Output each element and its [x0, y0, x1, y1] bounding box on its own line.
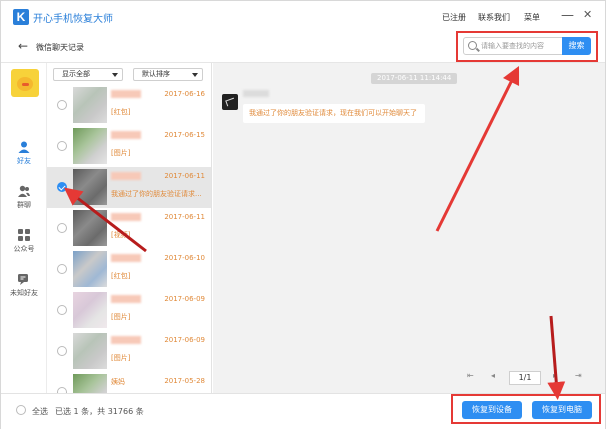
blurred-name	[111, 336, 141, 344]
avatar[interactable]	[11, 69, 39, 97]
row-radio[interactable]	[57, 305, 67, 315]
unknown-friend-icon	[18, 274, 28, 285]
message-timestamp: 2017-06-11 11:14:44	[371, 73, 458, 84]
chevron-down-icon	[112, 73, 118, 77]
list-item[interactable]: 2017-05-28 姨妈	[47, 372, 211, 393]
title-bar: K 开心手机恢复大师 已注册 联系我们 菜单 — ✕	[1, 1, 605, 31]
first-page-icon[interactable]: ⇤	[467, 371, 474, 380]
registered-link[interactable]: 已注册	[442, 12, 466, 23]
contact-thumbnail	[73, 87, 107, 123]
row-radio[interactable]	[57, 141, 67, 151]
list-item[interactable]: 2017-06-10 [红包]	[47, 249, 211, 290]
contact-thumbnail	[73, 374, 107, 393]
app-logo-icon: K	[13, 9, 29, 25]
contact-thumbnail	[73, 333, 107, 369]
row-message: [红包]	[111, 108, 131, 116]
person-icon	[18, 141, 30, 153]
row-date: 2017-06-09	[164, 336, 205, 344]
blurred-name	[111, 131, 141, 139]
contact-us-link[interactable]: 联系我们	[478, 12, 510, 23]
rail-item-groups[interactable]: 群聊	[1, 185, 47, 210]
row-message: [图片]	[111, 149, 131, 157]
app-title: 开心手机恢复大师	[33, 14, 113, 25]
sort-dropdown[interactable]: 默认排序	[133, 68, 203, 81]
rail-label-groups: 群聊	[17, 201, 31, 209]
show-filter-label: 显示全部	[62, 70, 90, 78]
row-date: 2017-06-11	[164, 213, 205, 221]
row-radio[interactable]	[57, 223, 67, 233]
app-window: K 开心手机恢复大师 已注册 联系我们 菜单 — ✕ ← 微信聊天记录 搜索 好…	[0, 0, 606, 429]
blurred-sender-name	[243, 90, 269, 97]
group-icon	[18, 185, 30, 197]
row-message: [视频]	[111, 231, 131, 239]
rail-item-friends[interactable]: 好友	[1, 141, 47, 166]
select-all-radio[interactable]	[16, 405, 26, 415]
rail-item-official-accounts[interactable]: 公众号	[1, 229, 47, 254]
row-message: [红包]	[111, 272, 131, 280]
contact-list-panel: 显示全部 默认排序 2017-06-16 [红包] 2017-06-15 [图片…	[47, 63, 212, 393]
contact-thumbnail	[73, 210, 107, 246]
select-all-label[interactable]: 全选	[32, 406, 48, 417]
rail-item-unknown-friends[interactable]: 未知好友	[1, 273, 47, 298]
grid-icon	[18, 229, 30, 241]
close-icon[interactable]: ✕	[583, 8, 592, 21]
row-message: [图片]	[111, 313, 131, 321]
row-date: 2017-06-15	[164, 131, 205, 139]
list-item[interactable]: 2017-06-15 [图片]	[47, 126, 211, 167]
page-title: 微信聊天记录	[36, 43, 84, 52]
list-item[interactable]: 2017-06-09 [图片]	[47, 331, 211, 372]
rail-label-unknown-friends: 未知好友	[10, 289, 38, 297]
blurred-name	[111, 254, 141, 262]
list-item-selected[interactable]: 2017-06-11 我通过了你的朋友验证请求...	[47, 167, 211, 208]
rail-label-official-accounts: 公众号	[13, 245, 35, 253]
blurred-name	[111, 90, 141, 98]
prev-page-icon[interactable]: ◂	[491, 371, 495, 380]
chat-area: 2017-06-11 11:14:44 我通过了你的朋友验证请求，现在我们可以开…	[213, 63, 605, 393]
menu-link[interactable]: 菜单	[524, 12, 540, 23]
row-date: 2017-06-11	[164, 172, 205, 180]
contact-thumbnail	[73, 251, 107, 287]
left-rail: 好友 群聊 公众号 未知好友	[1, 63, 47, 393]
search-highlight-box	[456, 31, 598, 62]
next-page-icon[interactable]: ▸	[553, 371, 557, 380]
blurred-name	[111, 295, 141, 303]
row-date: 2017-06-09	[164, 295, 205, 303]
restore-buttons-highlight-box	[451, 394, 601, 424]
row-message: [图片]	[111, 354, 131, 362]
last-page-icon[interactable]: ⇥	[575, 371, 582, 380]
message-bubble: 我通过了你的朋友验证请求，现在我们可以开始聊天了	[243, 104, 425, 123]
contact-thumbnail	[73, 128, 107, 164]
contact-thumbnail	[73, 292, 107, 328]
row-radio[interactable]	[57, 264, 67, 274]
chevron-down-icon	[192, 73, 198, 77]
list-item[interactable]: 2017-06-16 [红包]	[47, 85, 211, 126]
row-message: 我通过了你的朋友验证请求...	[111, 190, 202, 198]
row-date: 2017-06-16	[164, 90, 205, 98]
rail-label-friends: 好友	[17, 157, 31, 165]
row-radio-checked[interactable]	[57, 182, 67, 192]
minimize-icon[interactable]: —	[561, 8, 574, 23]
row-date: 2017-05-28	[164, 377, 205, 385]
show-filter-dropdown[interactable]: 显示全部	[53, 68, 123, 81]
selection-summary: 已选 1 条，共 31766 条	[55, 407, 144, 416]
row-radio[interactable]	[57, 100, 67, 110]
back-arrow-icon[interactable]: ←	[18, 39, 28, 53]
chat-avatar	[222, 94, 238, 110]
list-item[interactable]: 2017-06-09 [图片]	[47, 290, 211, 331]
contact-thumbnail	[73, 169, 107, 205]
row-radio[interactable]	[57, 346, 67, 356]
sort-label: 默认排序	[142, 70, 170, 78]
blurred-name	[111, 213, 141, 221]
row-date: 2017-06-10	[164, 254, 205, 262]
list-item[interactable]: 2017-06-11 [视频]	[47, 208, 211, 249]
row-message: 姨妈	[111, 378, 125, 386]
page-indicator[interactable]: 1/1	[509, 371, 541, 385]
blurred-name	[111, 172, 141, 180]
